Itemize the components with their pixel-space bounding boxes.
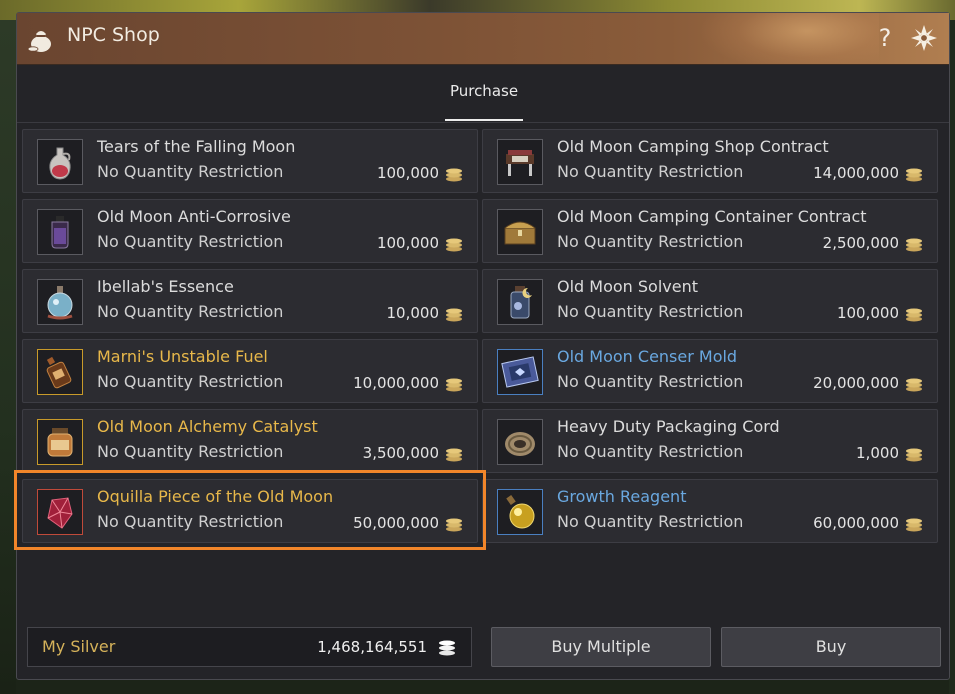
- item-name: Oquilla Piece of the Old Moon: [97, 487, 334, 506]
- item-restriction: No Quantity Restriction: [557, 442, 744, 461]
- my-silver-display: My Silver 1,468,164,551: [27, 627, 472, 667]
- item-name: Growth Reagent: [557, 487, 687, 506]
- potion-flask-icon: [37, 139, 83, 185]
- item-name: Old Moon Camping Container Contract: [557, 207, 867, 226]
- red-crystal-icon: [37, 489, 83, 535]
- silver-coin-icon: [906, 238, 922, 252]
- silver-coin-icon: [906, 308, 922, 322]
- silver-coin-icon: [446, 168, 462, 182]
- buy-button[interactable]: Buy: [721, 627, 941, 667]
- shop-stall-icon: [497, 139, 543, 185]
- item-price: 100,000: [376, 164, 439, 182]
- silver-stack-icon: [439, 640, 455, 656]
- item-restriction: No Quantity Restriction: [97, 232, 284, 251]
- item-name: Tears of the Falling Moon: [97, 137, 296, 156]
- item-price: 10,000: [386, 304, 440, 322]
- item-restriction: No Quantity Restriction: [97, 372, 284, 391]
- shop-item-old-moon-camping-container-contract[interactable]: Old Moon Camping Container Contract No Q…: [482, 199, 938, 263]
- shop-item-oquilla-piece-of-the-old-moon[interactable]: Oquilla Piece of the Old Moon No Quantit…: [22, 479, 478, 543]
- tab-divider: [17, 122, 949, 123]
- item-restriction: No Quantity Restriction: [557, 372, 744, 391]
- item-restriction: No Quantity Restriction: [97, 302, 284, 321]
- item-restriction: No Quantity Restriction: [97, 442, 284, 461]
- moon-jar-icon: [497, 279, 543, 325]
- shop-item-heavy-duty-packaging-cord[interactable]: Heavy Duty Packaging Cord No Quantity Re…: [482, 409, 938, 473]
- mold-plate-icon: [497, 349, 543, 395]
- shop-item-old-moon-solvent[interactable]: Old Moon Solvent No Quantity Restriction…: [482, 269, 938, 333]
- item-price: 1,000: [856, 444, 899, 462]
- item-name: Old Moon Camping Shop Contract: [557, 137, 829, 156]
- item-restriction: No Quantity Restriction: [557, 302, 744, 321]
- item-price: 100,000: [836, 304, 899, 322]
- silver-coin-icon: [446, 238, 462, 252]
- reagent-flask-icon: [497, 489, 543, 535]
- shop-item-old-moon-anti-corrosive[interactable]: Old Moon Anti-Corrosive No Quantity Rest…: [22, 199, 478, 263]
- tab-purchase-label: Purchase: [449, 82, 519, 100]
- shop-item-old-moon-camping-shop-contract[interactable]: Old Moon Camping Shop Contract No Quanti…: [482, 129, 938, 193]
- item-name: Old Moon Alchemy Catalyst: [97, 417, 318, 436]
- shop-item-old-moon-alchemy-catalyst[interactable]: Old Moon Alchemy Catalyst No Quantity Re…: [22, 409, 478, 473]
- catalyst-jar-icon: [37, 419, 83, 465]
- shop-item-marnis-unstable-fuel[interactable]: Marni's Unstable Fuel No Quantity Restri…: [22, 339, 478, 403]
- item-name: Old Moon Solvent: [557, 277, 699, 296]
- item-restriction: No Quantity Restriction: [557, 512, 744, 531]
- shop-item-tears-of-the-falling-moon[interactable]: Tears of the Falling Moon No Quantity Re…: [22, 129, 478, 193]
- item-price: 60,000,000: [813, 514, 899, 532]
- essence-bottle-icon: [37, 279, 83, 325]
- shop-item-old-moon-censer-mold[interactable]: Old Moon Censer Mold No Quantity Restric…: [482, 339, 938, 403]
- question-mark-icon[interactable]: ?: [873, 22, 897, 54]
- window-title: NPC Shop: [67, 24, 160, 46]
- purple-vial-icon: [37, 209, 83, 255]
- item-price: 14,000,000: [813, 164, 899, 182]
- silver-coin-icon: [446, 518, 462, 532]
- shop-item-growth-reagent[interactable]: Growth Reagent No Quantity Restriction 6…: [482, 479, 938, 543]
- silver-coin-icon: [906, 448, 922, 462]
- buy-multiple-button[interactable]: Buy Multiple: [491, 627, 711, 667]
- item-price: 10,000,000: [353, 374, 439, 392]
- money-bag-icon: [27, 31, 51, 52]
- tab-active-indicator: [445, 119, 523, 121]
- item-restriction: No Quantity Restriction: [97, 162, 284, 181]
- item-price: 100,000: [376, 234, 439, 252]
- item-price: 50,000,000: [353, 514, 439, 532]
- silver-coin-icon: [906, 378, 922, 392]
- item-restriction: No Quantity Restriction: [557, 232, 744, 251]
- shop-item-ibellabs-essence[interactable]: Ibellab's Essence No Quantity Restrictio…: [22, 269, 478, 333]
- npc-shop-window: NPC Shop ? Purchase Tears of the Falling…: [14, 12, 950, 680]
- my-silver-value: 1,468,164,551: [317, 638, 427, 656]
- fuel-bottle-icon: [37, 349, 83, 395]
- item-price: 3,500,000: [362, 444, 439, 462]
- rope-coil-icon: [497, 419, 543, 465]
- item-name: Heavy Duty Packaging Cord: [557, 417, 780, 436]
- silver-coin-icon: [446, 378, 462, 392]
- silver-coin-icon: [906, 518, 922, 532]
- item-price: 20,000,000: [813, 374, 899, 392]
- item-name: Ibellab's Essence: [97, 277, 234, 296]
- title-bar[interactable]: NPC Shop ?: [17, 13, 949, 65]
- my-silver-label: My Silver: [42, 637, 116, 656]
- item-name: Old Moon Anti-Corrosive: [97, 207, 291, 226]
- item-name: Marni's Unstable Fuel: [97, 347, 268, 366]
- gear-flower-icon[interactable]: [909, 23, 939, 53]
- treasure-chest-icon: [497, 209, 543, 255]
- tab-purchase[interactable]: Purchase: [443, 77, 525, 121]
- title-cloud-decoration: [699, 13, 879, 64]
- background-left: [0, 20, 16, 694]
- item-name: Old Moon Censer Mold: [557, 347, 738, 366]
- silver-coin-icon: [446, 448, 462, 462]
- item-restriction: No Quantity Restriction: [97, 512, 284, 531]
- silver-coin-icon: [446, 308, 462, 322]
- silver-coin-icon: [906, 168, 922, 182]
- item-restriction: No Quantity Restriction: [557, 162, 744, 181]
- item-price: 2,500,000: [822, 234, 899, 252]
